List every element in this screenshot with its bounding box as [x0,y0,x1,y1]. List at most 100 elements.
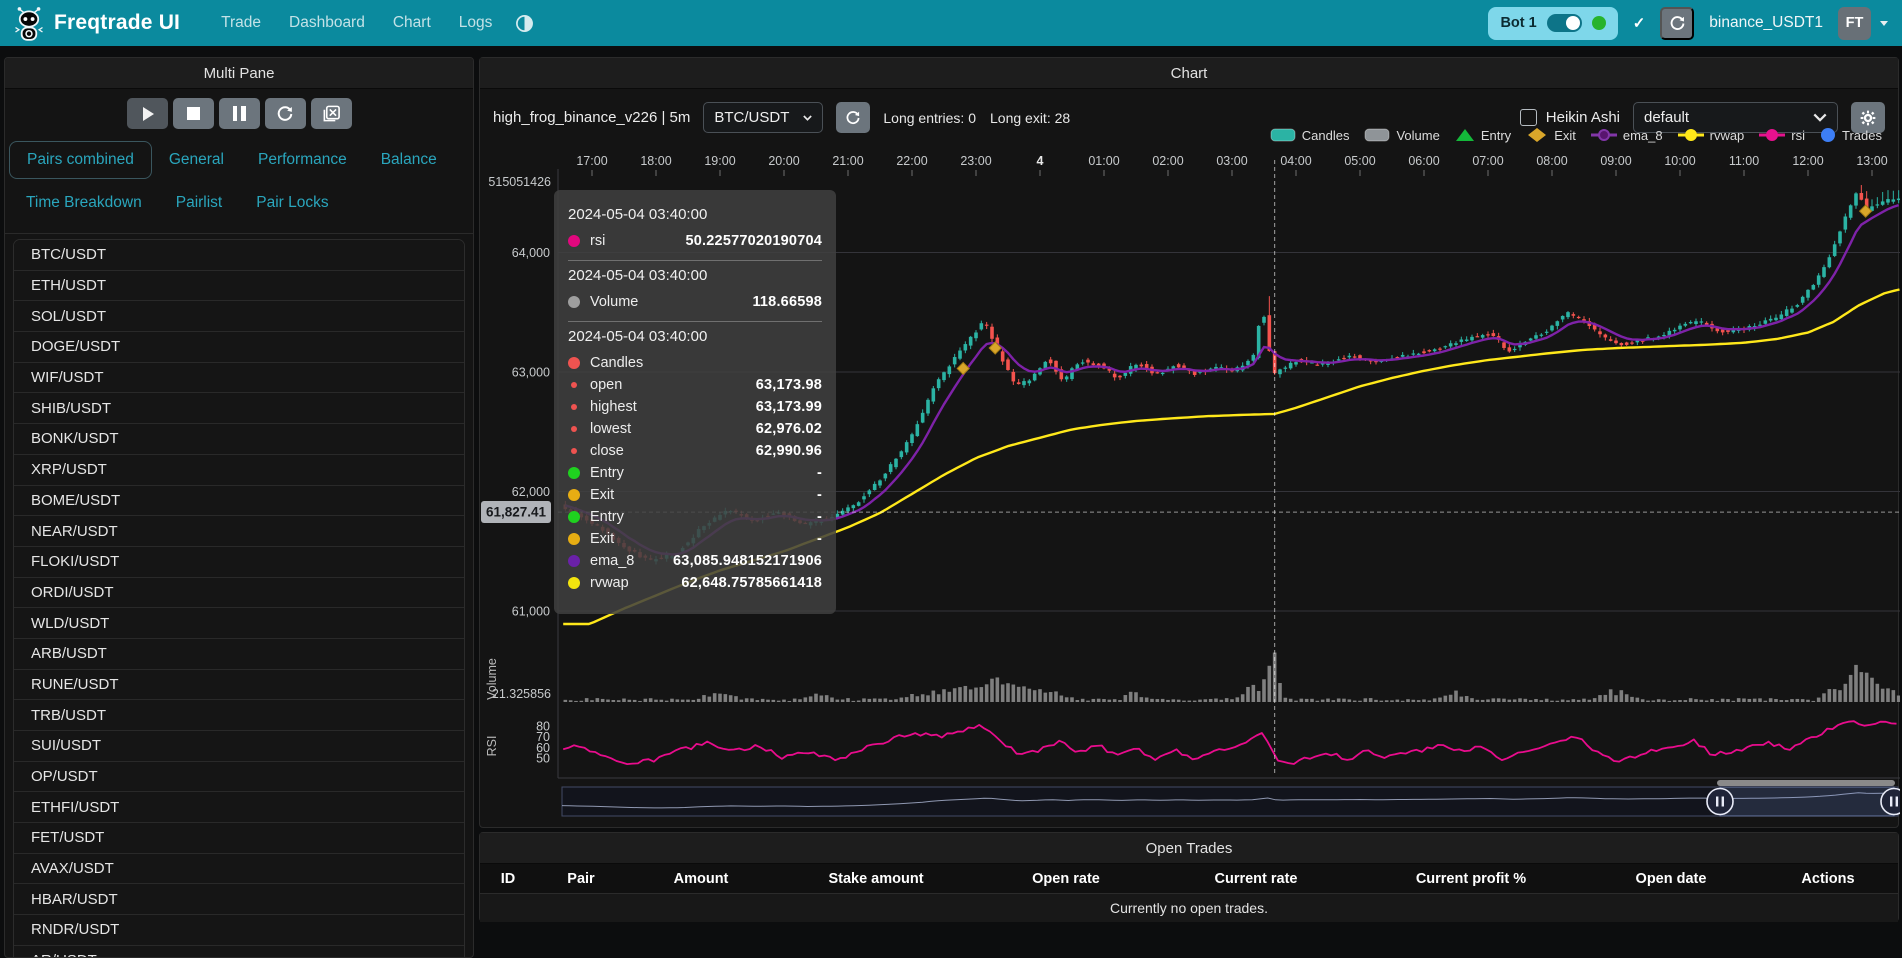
pair-row-hbar-usdt[interactable]: HBAR/USDT [14,884,464,915]
pair-row-near-usdt[interactable]: NEAR/USDT [14,516,464,547]
pair-row-wif-usdt[interactable]: WIF/USDT [14,363,464,394]
navbar-right: Bot 1 ✓ binance_USDT1 FT [1488,7,1888,40]
refresh-button[interactable] [265,98,306,129]
theme-toggle-icon[interactable] [507,8,542,39]
user-avatar[interactable]: FT [1838,7,1871,40]
legend-candles[interactable]: Candles [1270,128,1350,143]
tooltip-time: 2024-05-04 03:40:00 [568,328,822,345]
pair-row-bome-usdt[interactable]: BOME/USDT [14,486,464,517]
tooltip-row-highest: highest 63,173.99 [568,396,822,418]
tooltip-time: 2024-05-04 03:40:00 [568,267,822,284]
legend-trades[interactable]: Trades [1820,127,1882,143]
svg-text:61,827.41: 61,827.41 [486,505,547,520]
nav-item-chart[interactable]: Chart [382,6,442,40]
nav-item-trade[interactable]: Trade [210,6,272,40]
pair-row-sol-usdt[interactable]: SOL/USDT [14,301,464,332]
pair-row-fet-usdt[interactable]: FET/USDT [14,823,464,854]
col-open-date: Open date [1586,871,1756,887]
tab-balance[interactable]: Balance [364,142,454,178]
tab-performance[interactable]: Performance [241,142,364,178]
tooltip-row-ema_8: ema_8 63,085.948152171906 [568,550,822,572]
long-exit-label: Long exit: 28 [990,110,1070,126]
legend-label: Exit [1554,128,1576,143]
stop-icon [187,107,200,120]
nav-item-logs[interactable]: Logs [448,6,504,40]
tab-general[interactable]: General [152,142,241,178]
legend-label: Entry [1481,128,1511,143]
open-trades-panel: Open Trades IDPairAmountStake amountOpen… [479,832,1899,922]
bot-selector[interactable]: Bot 1 [1488,7,1617,40]
multi-pane-title: Multi Pane [5,58,473,89]
bot-online-dot [1592,16,1606,30]
pair-row-doge-usdt[interactable]: DOGE/USDT [14,332,464,363]
legend-ema_8[interactable]: ema_8 [1591,128,1663,143]
refresh-chart-button[interactable] [836,102,870,133]
brand[interactable]: Freqtrade UI [14,5,180,41]
stop-button[interactable] [173,98,214,129]
pair-row-ar-usdt[interactable]: AR/USDT [14,946,464,958]
tab-pair-locks[interactable]: Pair Locks [239,185,345,221]
main-nav: TradeDashboardChartLogs [210,6,503,40]
refresh-icon [1669,15,1686,32]
pair-row-eth-usdt[interactable]: ETH/USDT [14,271,464,302]
close-panes-button[interactable] [311,98,352,129]
freqtrade-robot-logo [14,5,44,41]
play-button[interactable] [127,98,168,129]
reload-bot-button[interactable] [1660,7,1694,40]
legend-exit[interactable]: Exit [1526,127,1576,143]
pair-row-wld-usdt[interactable]: WLD/USDT [14,608,464,639]
pause-icon [233,106,246,121]
datazoom-slider[interactable] [562,780,1900,816]
pair-row-op-usdt[interactable]: OP/USDT [14,762,464,793]
pair-select[interactable]: BTC/USDT [703,102,823,133]
datazoom-handle-left[interactable] [1707,789,1733,815]
legend-entry[interactable]: Entry [1455,128,1511,143]
open-trades-empty-message: Currently no open trades. [480,894,1898,922]
tab-pairs-combined[interactable]: Pairs combined [9,141,152,179]
tooltip-row-exit: Exit - [568,484,822,506]
pair-row-sui-usdt[interactable]: SUI/USDT [14,731,464,762]
pair-row-ethfi-usdt[interactable]: ETHFI/USDT [14,792,464,823]
pair-row-ordi-usdt[interactable]: ORDI/USDT [14,578,464,609]
nav-item-dashboard[interactable]: Dashboard [278,6,376,40]
col-stake-amount: Stake amount [776,871,976,887]
pair-row-rune-usdt[interactable]: RUNE/USDT [14,670,464,701]
col-current-profit-: Current profit % [1356,871,1586,887]
svg-text:23:00: 23:00 [960,154,991,168]
svg-text:63,000: 63,000 [512,366,550,380]
datazoom-scrollbar[interactable] [1717,780,1895,786]
svg-text:18:00: 18:00 [640,154,671,168]
pair-row-avax-usdt[interactable]: AVAX/USDT [14,854,464,885]
pause-button[interactable] [219,98,260,129]
pair-row-trb-usdt[interactable]: TRB/USDT [14,700,464,731]
datazoom-handle-right[interactable] [1881,789,1900,815]
pair-row-btc-usdt[interactable]: BTC/USDT [14,240,464,271]
legend-rsi[interactable]: rsi [1759,128,1805,143]
legend-label: Trades [1842,128,1882,143]
tooltip-row-close: close 62,990.96 [568,440,822,462]
col-current-rate: Current rate [1156,871,1356,887]
bot-toggle[interactable] [1547,14,1582,32]
multi-pane-panel: Multi Pane Pairs combinedGeneralPerforma… [4,57,474,958]
tab-time-breakdown[interactable]: Time Breakdown [9,185,159,221]
pair-row-arb-usdt[interactable]: ARB/USDT [14,639,464,670]
tooltip-row-volume: Volume 118.66598 [568,291,822,313]
pair-row-floki-usdt[interactable]: FLOKI/USDT [14,547,464,578]
legend-rvwap[interactable]: rvwap [1678,128,1745,143]
svg-text:04:00: 04:00 [1280,154,1311,168]
svg-text:11:00: 11:00 [1729,154,1759,168]
tab-pairlist[interactable]: Pairlist [159,185,240,221]
svg-text:21:00: 21:00 [832,154,863,168]
pair-row-rndr-usdt[interactable]: RNDR/USDT [14,915,464,946]
col-id: ID [480,871,536,887]
svg-text:Volume: Volume [485,658,499,700]
pair-row-xrp-usdt[interactable]: XRP/USDT [14,455,464,486]
pair-row-shib-usdt[interactable]: SHIB/USDT [14,393,464,424]
svg-text:61,000: 61,000 [512,605,550,619]
legend-volume[interactable]: Volume [1364,128,1439,143]
svg-text:02:00: 02:00 [1152,154,1183,168]
top-navbar: Freqtrade UI TradeDashboardChartLogs Bot… [0,0,1902,46]
pair-row-bonk-usdt[interactable]: BONK/USDT [14,424,464,455]
col-amount: Amount [626,871,776,887]
tooltip-row-open: open 63,173.98 [568,374,822,396]
